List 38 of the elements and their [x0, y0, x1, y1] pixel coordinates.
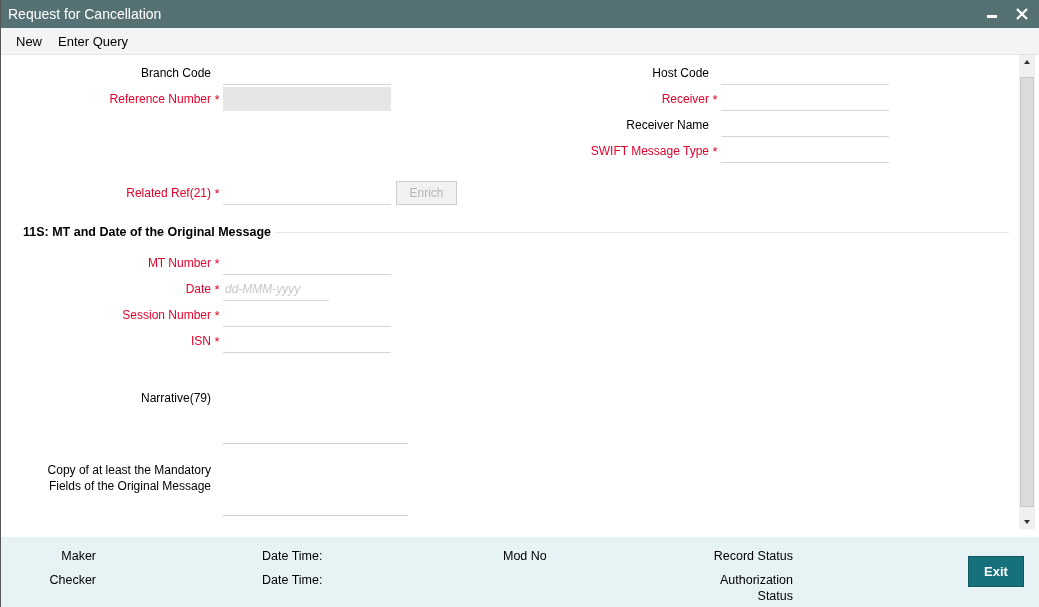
field-label: Branch Code [139, 66, 211, 80]
field-label: Narrative(79) [139, 390, 211, 406]
field-label: Receiver Name [625, 118, 709, 132]
field-label: Date [184, 282, 211, 296]
required-mark: * [712, 92, 718, 107]
required-mark: * [712, 144, 718, 159]
status-label: Date Time: [262, 548, 324, 564]
close-icon[interactable] [1015, 7, 1029, 21]
toolbar-button[interactable]: New [9, 31, 49, 51]
scroll-up-icon[interactable] [1023, 59, 1031, 65]
window-title: Request for Cancellation [8, 6, 162, 22]
field-label: Related Ref(21) [125, 186, 211, 200]
required-mark: * [214, 92, 220, 107]
field-label: ISN [190, 334, 211, 348]
required-mark: * [214, 334, 220, 349]
status-label: Checker [49, 572, 96, 588]
status-label: Date Time: [262, 572, 324, 588]
required-mark: * [214, 282, 220, 297]
exit-button[interactable]: Exit [968, 556, 1024, 587]
required-mark: * [214, 256, 220, 271]
required-mark: * [214, 186, 220, 201]
status-label: Record Status [712, 548, 793, 564]
field-label: Host Code [651, 66, 709, 80]
field-label: Copy of at least the Mandatory Fields of the Original Message [46, 462, 211, 494]
status-label: Mod No [503, 548, 548, 564]
field-label: MT Number [146, 256, 211, 270]
required-mark: * [214, 308, 220, 323]
scroll-down-icon[interactable] [1023, 519, 1031, 525]
field-label: Session Number [121, 308, 211, 322]
section-heading: 11S: MT and Date of the Original Message [23, 225, 271, 239]
field-label: Receiver [660, 92, 709, 106]
status-label: Maker [61, 548, 96, 564]
field-label: SWIFT Message Type [589, 144, 709, 158]
status-label: Authorization Status [719, 572, 793, 604]
scroll-thumb[interactable] [1020, 77, 1034, 507]
toolbar-button[interactable]: Enter Query [51, 31, 136, 51]
field-label: Reference Number [108, 92, 211, 106]
scrollbar[interactable] [1019, 55, 1035, 529]
